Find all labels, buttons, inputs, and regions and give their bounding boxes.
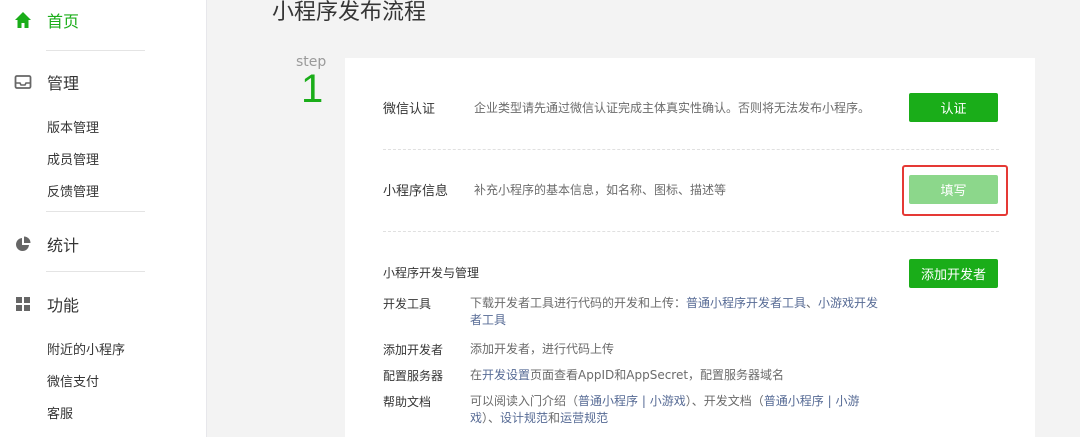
devdoc-regular-link[interactable]: 普通小程序	[764, 394, 824, 408]
sidebar-divider	[46, 211, 145, 212]
operation-spec-link[interactable]: 运营规范	[560, 411, 608, 425]
miniprogram-info-desc: 补充小程序的基本信息，如名称、图标、描述等	[474, 183, 727, 197]
miniprogram-info-label: 小程序信息	[383, 184, 449, 199]
page-title: 小程序发布流程	[272, 0, 427, 25]
game-devtools-link-cont[interactable]: 者工具	[470, 313, 506, 327]
help-docs-text: 可以阅读入门介绍（普通小程序 | 小游戏）、开发文档（普通小程序 | 小游 戏）、…	[470, 393, 910, 427]
dev-management-title: 小程序开发与管理	[383, 266, 480, 280]
design-spec-link[interactable]: 设计规范	[500, 411, 548, 425]
management-icon	[14, 73, 32, 91]
wechat-verify-label: 微信认证	[383, 102, 436, 117]
add-developer-desc: 添加开发者，进行代码上传	[470, 342, 615, 356]
help-docs-label: 帮助文档	[383, 395, 432, 409]
sidebar-item-label: 首页	[47, 12, 80, 31]
sidebar-divider	[46, 50, 145, 51]
sidebar-item-member-management[interactable]: 成员管理	[47, 149, 99, 168]
separator: 、	[806, 296, 819, 310]
dashed-divider	[383, 231, 999, 232]
sidebar-divider	[46, 271, 145, 272]
sidebar-item-label: 统计	[47, 236, 80, 255]
wechat-verify-desc: 企业类型请先通过微信认证完成主体真实性确认。否则将无法发布小程序。	[474, 101, 871, 115]
dev-settings-link[interactable]: 开发设置	[482, 368, 530, 382]
dev-tools-label: 开发工具	[383, 297, 432, 311]
separator: |	[827, 394, 832, 408]
sidebar-item-wechat-pay[interactable]: 微信支付	[47, 371, 99, 390]
separator: |	[641, 394, 646, 408]
sidebar-item-management[interactable]: 管理	[0, 68, 206, 96]
dev-tools-text: 下载开发者工具进行代码的开发和上传：普通小程序开发者工具、小游戏开发者工具	[470, 295, 910, 329]
grid-icon	[14, 295, 32, 313]
sidebar-item-label: 功能	[47, 296, 80, 315]
fill-in-button[interactable]: 填写	[909, 175, 998, 204]
intro-game-link[interactable]: 小游戏	[650, 394, 686, 408]
config-server-text: 在开发设置页面查看AppID和AppSecret，配置服务器域名	[470, 367, 910, 384]
sidebar-item-customer-service[interactable]: 客服	[47, 403, 73, 422]
intro-regular-link[interactable]: 普通小程序	[578, 394, 638, 408]
sidebar-item-feedback-management[interactable]: 反馈管理	[47, 181, 99, 200]
docs-text: 和	[548, 411, 561, 425]
docs-text: ）、	[482, 411, 501, 425]
game-devtools-link[interactable]: 小游戏开发	[818, 296, 878, 310]
config-server-label: 配置服务器	[383, 369, 444, 383]
sidebar-item-nearby-miniprogram[interactable]: 附近的小程序	[47, 339, 125, 358]
dashed-divider	[383, 149, 999, 150]
add-developer-button[interactable]: 添加开发者	[909, 259, 998, 288]
devdoc-game-link-cont[interactable]: 戏	[470, 411, 482, 425]
sidebar-item-label: 管理	[47, 74, 80, 93]
home-icon	[14, 11, 32, 29]
publish-steps-card: 微信认证 企业类型请先通过微信认证完成主体真实性确认。否则将无法发布小程序。 认…	[345, 58, 1035, 437]
sidebar-item-version-management[interactable]: 版本管理	[47, 117, 99, 136]
sidebar: 首页 管理 版本管理 成员管理 反馈管理 统计 功能 附近的小程序 微信支付 客…	[0, 0, 207, 437]
sidebar-item-home[interactable]: 首页	[0, 6, 206, 34]
server-desc-prefix: 在	[470, 368, 483, 382]
devdoc-game-link[interactable]: 小游	[835, 394, 859, 408]
sidebar-item-features[interactable]: 功能	[0, 290, 206, 318]
add-developer-label: 添加开发者	[383, 343, 444, 357]
sidebar-item-statistics[interactable]: 统计	[0, 230, 206, 258]
pie-chart-icon	[14, 235, 32, 253]
docs-text: 可以阅读入门介绍（	[470, 394, 579, 408]
dev-tools-desc: 下载开发者工具进行代码的开发和上传：	[470, 296, 687, 310]
regular-devtools-link[interactable]: 普通小程序开发者工具	[686, 296, 806, 310]
step-number: 1	[301, 67, 324, 111]
server-desc-suffix: 页面查看AppID和AppSecret，配置服务器域名	[530, 368, 785, 382]
docs-text: ）、开发文档（	[685, 394, 764, 408]
verify-button[interactable]: 认证	[909, 93, 998, 122]
